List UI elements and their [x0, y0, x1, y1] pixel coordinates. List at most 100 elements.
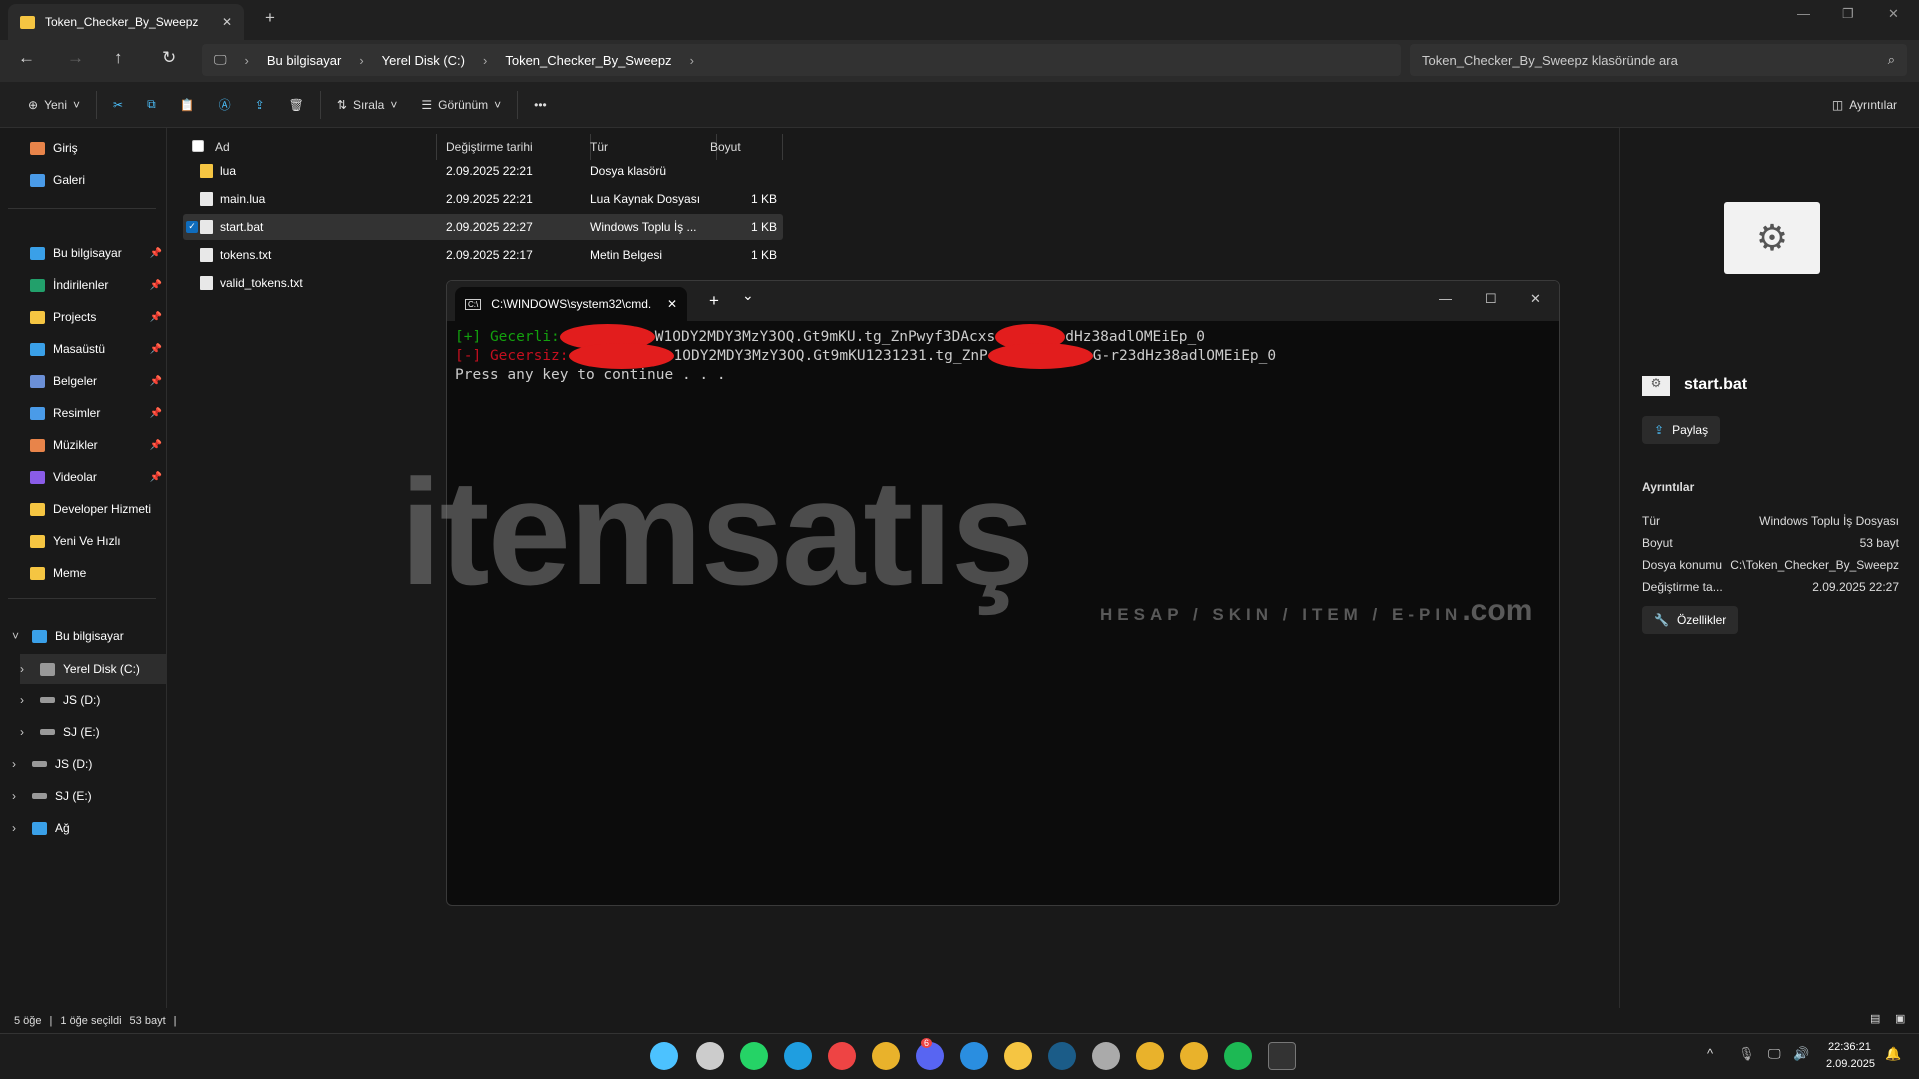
sidebar-item-pinned[interactable]: İndirilenler 📌 [30, 278, 162, 292]
sidebar-item-pinned[interactable]: Projects 📌 [30, 310, 162, 324]
breadcrumb-item[interactable]: Yerel Disk (C:) [382, 53, 465, 68]
close-tab-button[interactable]: ✕ [222, 15, 232, 29]
chevron-right-icon[interactable]: › [20, 725, 32, 739]
microphone-icon[interactable]: 🎙 [1738, 1046, 1755, 1062]
sidebar-item-pinned[interactable]: Videolar 📌 [30, 470, 162, 484]
file-row[interactable]: main.lua 2.09.2025 22:21 Lua Kaynak Dosy… [183, 186, 783, 212]
file-row[interactable]: tokens.txt 2.09.2025 22:17 Metin Belgesi… [183, 242, 783, 268]
pin-icon[interactable]: 📌 [150, 312, 162, 323]
sidebar-item-pinned[interactable]: Yeni Ve Hızlı [30, 534, 162, 548]
chevron-down-icon[interactable]: ˅ [12, 629, 24, 643]
more-button[interactable]: ••• [522, 89, 559, 121]
chrome-icon[interactable] [872, 1042, 900, 1070]
tree-item[interactable]: › SJ (E:) [12, 789, 166, 803]
sidebar-item-pinned[interactable]: Developer Hizmeti [30, 502, 162, 516]
tree-item[interactable]: › JS (D:) [20, 693, 166, 707]
spotify-icon[interactable] [1224, 1042, 1252, 1070]
snipping-tool-icon[interactable] [828, 1042, 856, 1070]
pin-icon[interactable]: 📌 [150, 376, 162, 387]
terminal-icon[interactable] [1268, 1042, 1296, 1070]
clock-time[interactable]: 22:36:21 [1828, 1041, 1871, 1053]
properties-button[interactable]: 🔧 Özellikler [1642, 606, 1739, 634]
terminal-window[interactable]: C:\ C:\WINDOWS\system32\cmd. ✕ + ⌄ — ☐ ✕… [446, 280, 1560, 906]
share-button[interactable]: ⇪ Paylaş [1642, 416, 1721, 444]
pin-icon[interactable]: 📌 [150, 472, 162, 483]
app-icon[interactable] [1092, 1042, 1120, 1070]
search-icon[interactable] [696, 1042, 724, 1070]
file-row[interactable]: lua 2.09.2025 22:21 Dosya klasörü [183, 158, 783, 184]
breadcrumb-item[interactable]: Bu bilgisayar [267, 53, 341, 68]
sidebar-item-pinned[interactable]: Meme [30, 566, 162, 580]
close-button[interactable]: ✕ [1530, 291, 1541, 307]
sidebar-item-pinned[interactable]: Belgeler 📌 [30, 374, 162, 388]
details-pane-button[interactable]: ◫ Ayrıntılar [1820, 89, 1909, 121]
edge-icon[interactable] [784, 1042, 812, 1070]
minimize-button[interactable]: — [1439, 291, 1452, 306]
copy-icon[interactable]: ⧉ [135, 89, 168, 121]
clock-date[interactable]: 2.09.2025 [1826, 1058, 1875, 1070]
file-explorer-icon[interactable] [1004, 1042, 1032, 1070]
new-tab-button[interactable]: + [265, 8, 275, 28]
select-all-checkbox[interactable] [192, 140, 204, 152]
chrome-icon[interactable] [1136, 1042, 1164, 1070]
pin-icon[interactable]: 📌 [150, 408, 162, 419]
paste-icon[interactable]: 📋 [168, 89, 207, 121]
refresh-button[interactable]: ↻ [162, 48, 176, 68]
up-button[interactable]: ↑ [114, 48, 123, 68]
sidebar-item-home[interactable]: Giriş [30, 141, 162, 155]
delete-icon[interactable]: 🗑 [277, 89, 316, 121]
sidebar-item-pinned[interactable]: Müzikler 📌 [30, 438, 162, 452]
tiles-view-icon[interactable]: ▣ [1895, 1012, 1905, 1025]
steam-icon[interactable] [1048, 1042, 1076, 1070]
sidebar-item-pinned[interactable]: Resimler 📌 [30, 406, 162, 420]
address-bar[interactable]: 🖵 › Bu bilgisayar › Yerel Disk (C:) › Token… [202, 44, 1401, 76]
sort-button[interactable]: ⇅ Sırala ˅ [325, 89, 409, 121]
maximize-button[interactable]: ❐ [1842, 6, 1854, 22]
chrome-icon[interactable] [1180, 1042, 1208, 1070]
start-menu-icon[interactable] [650, 1042, 678, 1070]
chevron-right-icon[interactable]: › [12, 821, 24, 835]
row-checkbox[interactable]: ✓ [186, 221, 198, 233]
maximize-button[interactable]: ☐ [1485, 291, 1497, 307]
column-header-name[interactable]: Ad [215, 134, 437, 160]
tree-item[interactable]: › Yerel Disk (C:) [20, 654, 166, 684]
tree-item[interactable]: › Ağ [12, 821, 166, 835]
pin-icon[interactable]: 📌 [150, 440, 162, 451]
pin-icon[interactable]: 📌 [150, 248, 162, 259]
cut-icon[interactable]: ✂ [101, 89, 135, 121]
new-button[interactable]: ⊕ Yeni ˅ [16, 89, 92, 121]
whatsapp-icon[interactable] [740, 1042, 768, 1070]
file-row[interactable]: ✓ start.bat 2.09.2025 22:27 Windows Topl… [183, 214, 783, 240]
forward-button[interactable]: → [67, 48, 84, 68]
tree-item[interactable]: › JS (D:) [12, 757, 166, 771]
terminal-tab[interactable]: C:\ C:\WINDOWS\system32\cmd. ✕ [455, 287, 687, 321]
column-header-size[interactable]: Boyut [710, 134, 783, 160]
tab-dropdown-button[interactable]: ⌄ [742, 287, 754, 304]
column-header-date[interactable]: Değiştirme tarihi [446, 134, 591, 160]
chevron-right-icon[interactable]: › [12, 757, 24, 771]
tree-item[interactable]: › SJ (E:) [20, 725, 166, 739]
new-terminal-tab-button[interactable]: + [709, 291, 719, 311]
share-icon[interactable]: ⇪ [243, 89, 277, 121]
network-icon[interactable]: 🖵 [1768, 1046, 1781, 1062]
breadcrumb-item[interactable]: Token_Checker_By_Sweepz [505, 53, 671, 68]
notification-bell-icon[interactable]: 🔔 [1885, 1046, 1901, 1062]
sidebar-item-pinned[interactable]: Masaüstü 📌 [30, 342, 162, 356]
pin-icon[interactable]: 📌 [150, 280, 162, 291]
rename-icon[interactable]: Ⓐ [207, 89, 243, 121]
minimize-button[interactable]: — [1797, 6, 1810, 21]
tree-item[interactable]: ˅ Bu bilgisayar [12, 629, 166, 643]
pin-icon[interactable]: 📌 [150, 344, 162, 355]
explorer-tab[interactable]: Token_Checker_By_Sweepz ✕ [8, 4, 244, 40]
close-tab-button[interactable]: ✕ [667, 297, 677, 311]
sidebar-item-pinned[interactable]: Bu bilgisayar 📌 [30, 246, 162, 260]
close-window-button[interactable]: ✕ [1888, 6, 1899, 22]
chevron-right-icon[interactable]: › [20, 662, 32, 676]
volume-icon[interactable]: 🔊 [1793, 1046, 1809, 1062]
search-input[interactable]: Token_Checker_By_Sweepz klasöründe ara ⌕ [1410, 44, 1907, 76]
vscode-icon[interactable] [960, 1042, 988, 1070]
chevron-right-icon[interactable]: › [20, 693, 32, 707]
column-header-type[interactable]: Tür [590, 134, 717, 160]
back-button[interactable]: ← [18, 48, 35, 68]
sidebar-item-gallery[interactable]: Galeri [30, 173, 162, 187]
